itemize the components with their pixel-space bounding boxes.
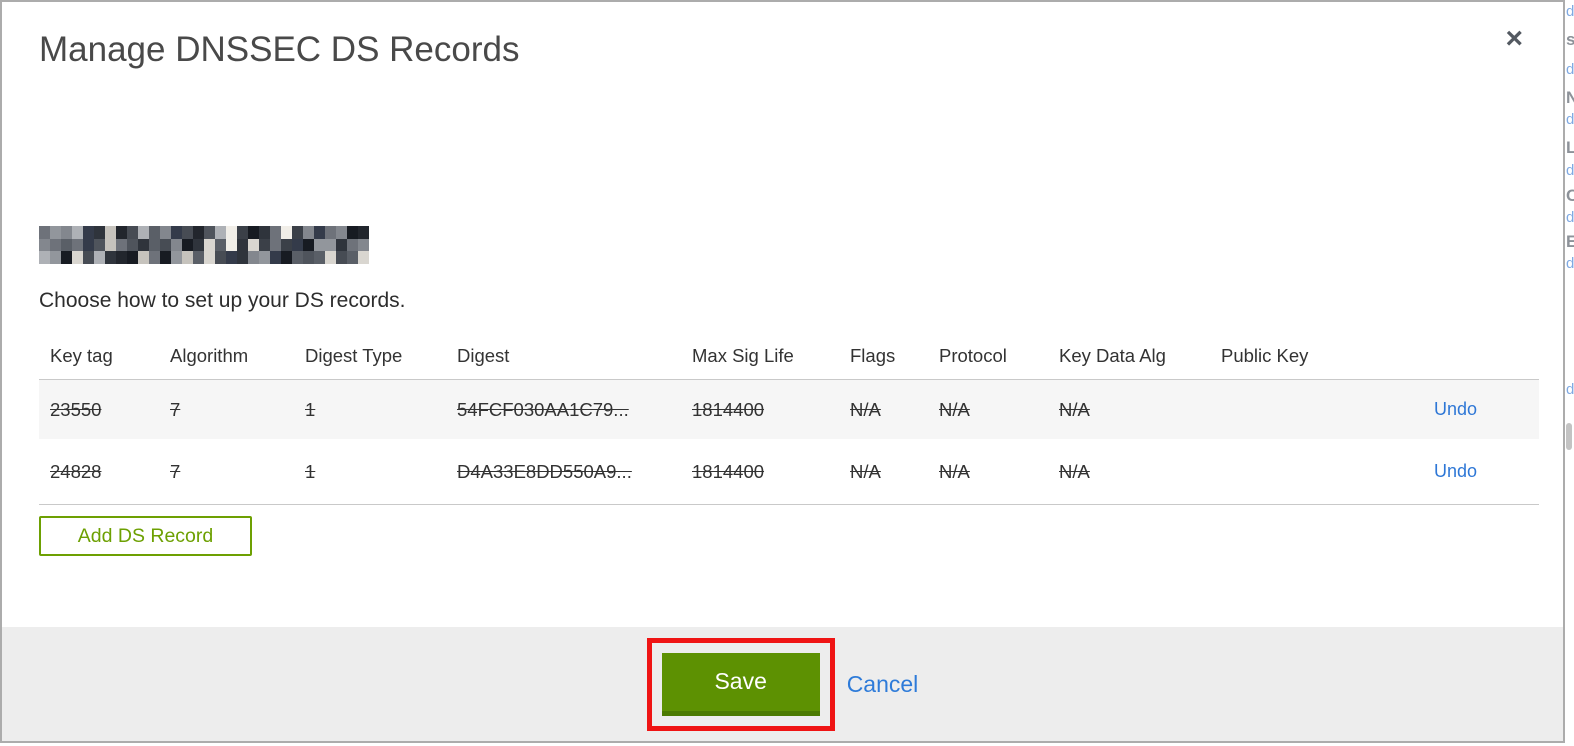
- header-protocol: Protocol: [939, 344, 1007, 366]
- header-flags: Flags: [850, 344, 896, 366]
- cell-key-tag: 23550: [50, 398, 102, 420]
- cell-key-data-alg: N/A: [1059, 460, 1090, 482]
- cell-max-sig-life: 1814400: [692, 460, 765, 482]
- close-icon[interactable]: ×: [1505, 24, 1523, 54]
- save-button[interactable]: Save: [661, 652, 820, 716]
- background-text-fragment: d: [1566, 162, 1574, 179]
- cell-max-sig-life: 1814400: [692, 398, 765, 420]
- cell-flags: N/A: [850, 460, 881, 482]
- page-background: { "modal": { "title": "Manage DNSSEC DS …: [0, 0, 1574, 746]
- background-text-fragment: d: [1566, 255, 1574, 272]
- add-ds-record-button[interactable]: Add DS Record: [39, 516, 252, 556]
- cell-digest-type: 1: [305, 460, 316, 482]
- cell-algorithm: 7: [170, 460, 181, 482]
- cell-key-tag: 24828: [50, 460, 102, 482]
- background-text-fragment: L: [1566, 138, 1574, 157]
- redacted-domain-name: [39, 226, 369, 264]
- header-digest-type: Digest Type: [305, 344, 403, 366]
- cell-protocol: N/A: [939, 460, 970, 482]
- undo-link[interactable]: Undo: [1365, 461, 1539, 482]
- cell-flags: N/A: [850, 398, 881, 420]
- table-body: 23550 7 1 54FCF030AA1C79... 1814400 N/A …: [39, 379, 1539, 505]
- background-page-strip: dsdNdLdCdEdd: [1565, 0, 1574, 746]
- header-key-tag: Key tag: [50, 344, 113, 366]
- footer-actions: Save Cancel: [646, 637, 919, 731]
- cell-protocol: N/A: [939, 398, 970, 420]
- background-text-fragment: d: [1566, 209, 1574, 226]
- background-text-fragment: d: [1566, 61, 1574, 78]
- header-max-sig-life: Max Sig Life: [692, 344, 794, 366]
- cell-algorithm: 7: [170, 398, 181, 420]
- background-text-fragment: C: [1566, 186, 1574, 205]
- background-text-fragment: d: [1566, 3, 1574, 20]
- cell-digest: D4A33E8DD550A9...: [457, 460, 632, 482]
- header-key-data-alg: Key Data Alg: [1059, 344, 1166, 366]
- cell-key-data-alg: N/A: [1059, 398, 1090, 420]
- modal-title: Manage DNSSEC DS Records: [39, 30, 520, 69]
- cell-digest: 54FCF030AA1C79...: [457, 398, 629, 420]
- background-text-fragment: N: [1566, 88, 1574, 107]
- ds-records-table: Key tag Algorithm Digest Type Digest Max…: [39, 332, 1539, 505]
- background-text-fragment: d: [1566, 111, 1574, 128]
- scrollbar-thumb[interactable]: [1566, 423, 1572, 450]
- table-row: 23550 7 1 54FCF030AA1C79... 1814400 N/A …: [39, 379, 1539, 439]
- header-public-key: Public Key: [1221, 344, 1309, 366]
- header-digest: Digest: [457, 344, 510, 366]
- manage-dnssec-modal: Manage DNSSEC DS Records × Choose how to…: [0, 0, 1565, 743]
- header-algorithm: Algorithm: [170, 344, 249, 366]
- background-text-fragment: d: [1566, 381, 1574, 398]
- background-text-fragment: E: [1566, 232, 1574, 251]
- background-text-fragment: s: [1566, 30, 1574, 49]
- instruction-text: Choose how to set up your DS records.: [39, 289, 406, 312]
- save-button-highlight-annotation: Save: [646, 637, 835, 731]
- modal-footer: Save Cancel: [2, 627, 1563, 741]
- cell-digest-type: 1: [305, 398, 316, 420]
- cancel-link[interactable]: Cancel: [847, 671, 919, 698]
- undo-link[interactable]: Undo: [1365, 399, 1539, 420]
- table-header: Key tag Algorithm Digest Type Digest Max…: [39, 332, 1539, 379]
- table-row: 24828 7 1 D4A33E8DD550A9... 1814400 N/A …: [39, 439, 1539, 504]
